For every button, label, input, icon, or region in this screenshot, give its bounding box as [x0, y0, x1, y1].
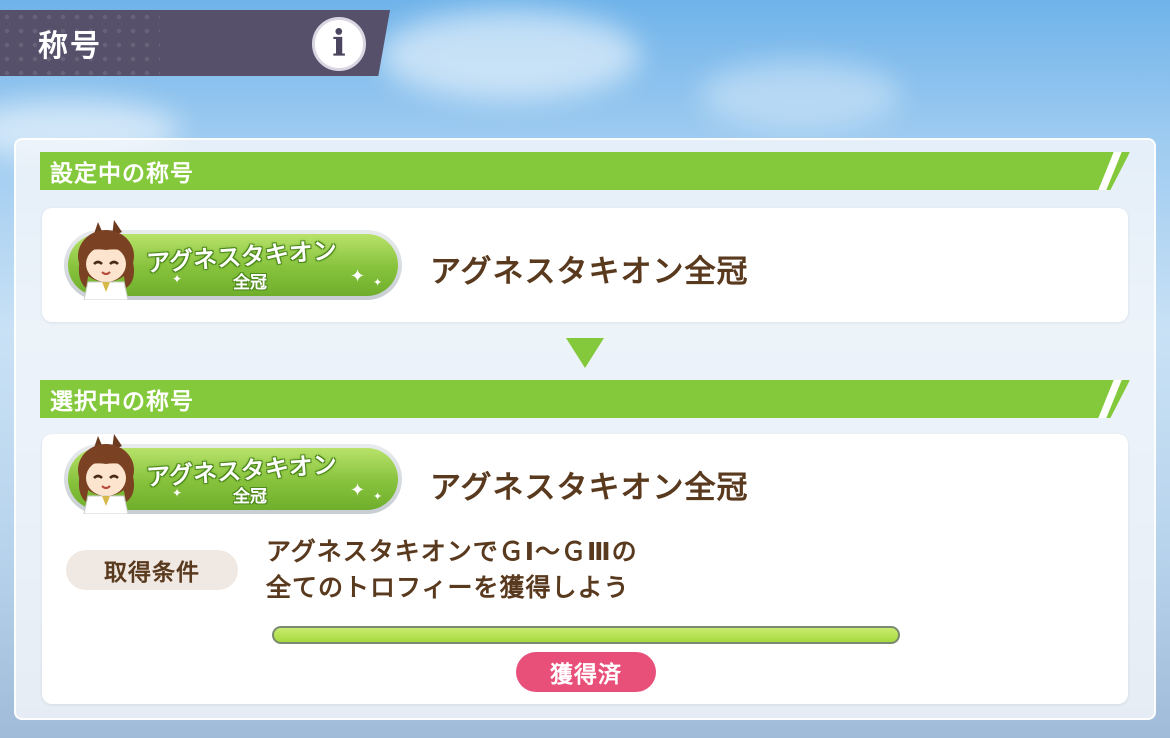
header-tab: 称号 i: [0, 10, 390, 76]
selected-title-header-label: 選択中の称号: [50, 389, 194, 415]
badge-sub-text: 全冠: [233, 487, 267, 507]
condition-text-line: 全てのトロフィーを獲得しよう: [266, 573, 630, 602]
status-badge: 獲得済: [516, 652, 656, 692]
current-title-header: 設定中の称号: [40, 152, 1130, 190]
arrow-down-icon: [566, 338, 604, 368]
selected-title-card: アグネスタキオン 全冠 ✦ ✦ ✦ アグネスタキオン全冠 取得条件 アグネスタキ…: [42, 434, 1128, 704]
condition-text-line: アグネスタキオンでＧⅠ～ＧⅢの: [266, 537, 638, 566]
current-title-name: アグネスタキオン全冠: [430, 254, 749, 290]
background-cloud: [380, 10, 640, 100]
character-avatar-icon: [78, 220, 134, 300]
progress-bar: [272, 626, 900, 644]
info-button[interactable]: i: [312, 17, 366, 71]
sparkle-icon: ✦: [350, 480, 366, 501]
selected-title-name: アグネスタキオン全冠: [430, 470, 749, 506]
background-cloud: [700, 60, 900, 130]
sparkle-icon: ✦: [172, 272, 183, 286]
page-title: 称号: [38, 29, 102, 64]
sparkle-icon: ✦: [350, 266, 366, 287]
character-avatar-icon: [78, 434, 134, 514]
sparkle-icon: ✦: [373, 276, 383, 289]
condition-text: アグネスタキオンでＧⅠ～ＧⅢの 全てのトロフィーを獲得しよう: [266, 534, 638, 606]
current-title-card: アグネスタキオン 全冠 ✦ ✦ ✦ アグネスタキオン全冠: [42, 208, 1128, 322]
selected-title-header: 選択中の称号: [40, 380, 1130, 418]
sparkle-icon: ✦: [172, 486, 183, 500]
current-title-header-label: 設定中の称号: [50, 161, 194, 187]
sparkle-icon: ✦: [373, 490, 383, 503]
title-badge[interactable]: アグネスタキオン 全冠 ✦ ✦ ✦: [64, 434, 402, 514]
condition-label: 取得条件: [66, 550, 238, 590]
progress-bar-fill: [274, 628, 898, 642]
badge-sub-text: 全冠: [233, 273, 267, 293]
info-icon: i: [332, 23, 346, 65]
title-badge[interactable]: アグネスタキオン 全冠 ✦ ✦ ✦: [64, 220, 402, 300]
